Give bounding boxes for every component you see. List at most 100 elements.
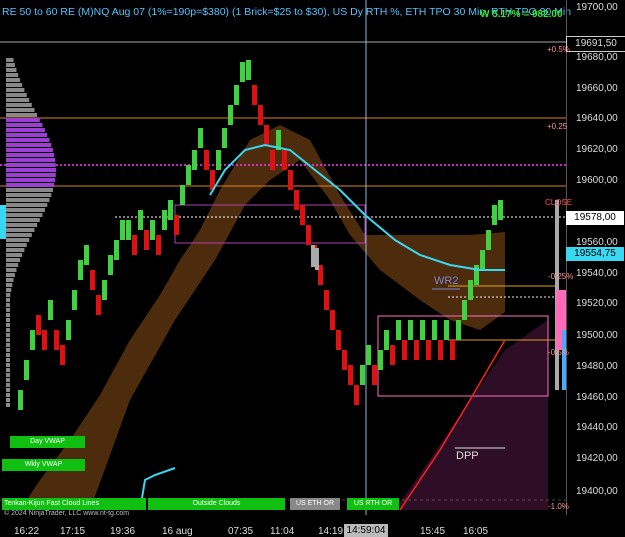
volume-profile-bar — [6, 363, 10, 367]
time-axis-label: 19:36 — [110, 526, 136, 537]
volume-profile-bar — [6, 278, 14, 282]
renko-brick — [324, 290, 329, 310]
us-rth-or-button[interactable]: US RTH OR — [347, 498, 399, 510]
renko-brick — [432, 320, 437, 340]
renko-brick — [78, 260, 83, 280]
renko-brick — [450, 340, 455, 360]
volume-profile-bar — [6, 238, 30, 242]
volume-profile-bar — [6, 93, 27, 97]
volume-profile-bar — [6, 88, 25, 92]
renko-brick — [132, 235, 137, 255]
renko-brick — [186, 165, 191, 185]
renko-brick — [162, 210, 167, 230]
volume-profile-bar — [6, 113, 38, 117]
volume-profile-bar — [6, 253, 23, 257]
renko-brick — [336, 330, 341, 350]
renko-brick — [456, 320, 461, 340]
tenkan-kijun-button[interactable]: Tenkan-Kijun Fast Cloud Lines — [2, 498, 146, 510]
renko-brick — [120, 220, 125, 240]
renko-brick — [444, 320, 449, 340]
level-plus-025: +0.25 — [547, 122, 568, 131]
renko-brick — [198, 128, 203, 148]
renko-brick — [390, 345, 395, 365]
volume-profile-bar — [6, 303, 10, 307]
volume-profile-bar — [6, 298, 10, 302]
renko-brick — [222, 128, 227, 148]
price-axis-label: 19700,00 — [576, 2, 618, 13]
volume-profile-bar — [6, 173, 56, 177]
time-axis-label: 16:22 — [14, 526, 40, 537]
volume-profile-bar — [6, 273, 15, 277]
renko-brick — [102, 280, 107, 300]
level-close: CLOSE — [545, 198, 573, 207]
volume-profile-bar — [6, 118, 40, 122]
volume-profile-bar — [6, 348, 10, 352]
outside-clouds-button[interactable]: Outside Clouds — [148, 498, 285, 510]
renko-brick — [24, 360, 29, 380]
level-plus-05: +0.5% — [547, 45, 570, 54]
renko-brick — [282, 150, 287, 170]
price-axis-label: 19480,00 — [576, 361, 618, 372]
vwap-price-box: 19554,75 — [566, 247, 624, 261]
day-vwap-button[interactable]: Day VWAP — [10, 436, 85, 448]
volume-profile-bar — [6, 398, 10, 402]
cursor-time-box: 14:59:04 — [344, 524, 388, 537]
renko-brick — [396, 320, 401, 340]
renko-brick — [480, 250, 485, 270]
volume-profile-bar — [6, 263, 19, 267]
renko-brick — [84, 245, 89, 265]
volume-profile-bar — [6, 258, 21, 262]
price-axis-label: 19460,00 — [576, 392, 618, 403]
renko-brick — [372, 365, 377, 385]
time-axis-label: 14:19 — [318, 526, 344, 537]
pnl-readout: W 5.17% = 982.00 — [480, 9, 563, 20]
volume-profile-bar — [6, 233, 32, 237]
renko-brick — [360, 365, 365, 385]
renko-brick — [408, 320, 413, 340]
volume-profile-bar — [6, 98, 30, 102]
renko-brick — [294, 190, 299, 210]
renko-brick — [300, 205, 305, 225]
time-axis-label: 07:35 — [228, 526, 254, 537]
volume-profile-bar — [6, 143, 52, 147]
volume-profile-bar — [6, 318, 10, 322]
volume-profile-bar — [6, 193, 52, 197]
volume-profile-bar — [6, 158, 56, 162]
renko-brick — [150, 220, 155, 240]
volume-profile-bar — [6, 388, 10, 392]
volume-profile-bar — [6, 353, 10, 357]
volume-profile-bar — [6, 163, 56, 167]
renko-brick — [342, 350, 347, 370]
renko-brick — [288, 170, 293, 190]
price-axis-label: 19680,00 — [576, 52, 618, 63]
us-eth-or-button[interactable]: US ETH OR — [290, 498, 340, 510]
volume-profile-bar — [6, 218, 40, 222]
volume-profile-bar — [6, 268, 17, 272]
volume-profile-bar — [6, 148, 53, 152]
volume-profile-bar — [6, 283, 13, 287]
wkly-vwap-button[interactable]: Wkly VWAP — [2, 459, 85, 471]
renko-brick-gray — [311, 245, 315, 267]
renko-brick — [474, 265, 479, 285]
volume-profile-bar — [6, 128, 45, 132]
level-minus-05: -0.5% — [548, 348, 569, 357]
volume-profile-bar — [6, 378, 10, 382]
volume-profile-bar — [6, 73, 19, 77]
volume-profile-bar — [6, 133, 48, 137]
renko-brick — [18, 390, 23, 410]
top-price-box: 19691,50 — [566, 36, 625, 52]
volume-profile-bar — [6, 58, 14, 62]
renko-brick — [438, 340, 443, 360]
volume-profile-bar — [6, 138, 50, 142]
price-chart[interactable] — [0, 0, 625, 537]
price-axis-label: 19600,00 — [576, 175, 618, 186]
price-axis-label: 19400,00 — [576, 486, 618, 497]
level-minus-1: -1.0% — [548, 502, 569, 511]
renko-brick — [42, 330, 47, 350]
renko-brick — [420, 320, 425, 340]
volume-profile-bar — [6, 78, 21, 82]
renko-brick — [258, 105, 263, 125]
renko-brick — [108, 255, 113, 275]
renko-brick — [90, 270, 95, 290]
renko-brick — [234, 85, 239, 105]
